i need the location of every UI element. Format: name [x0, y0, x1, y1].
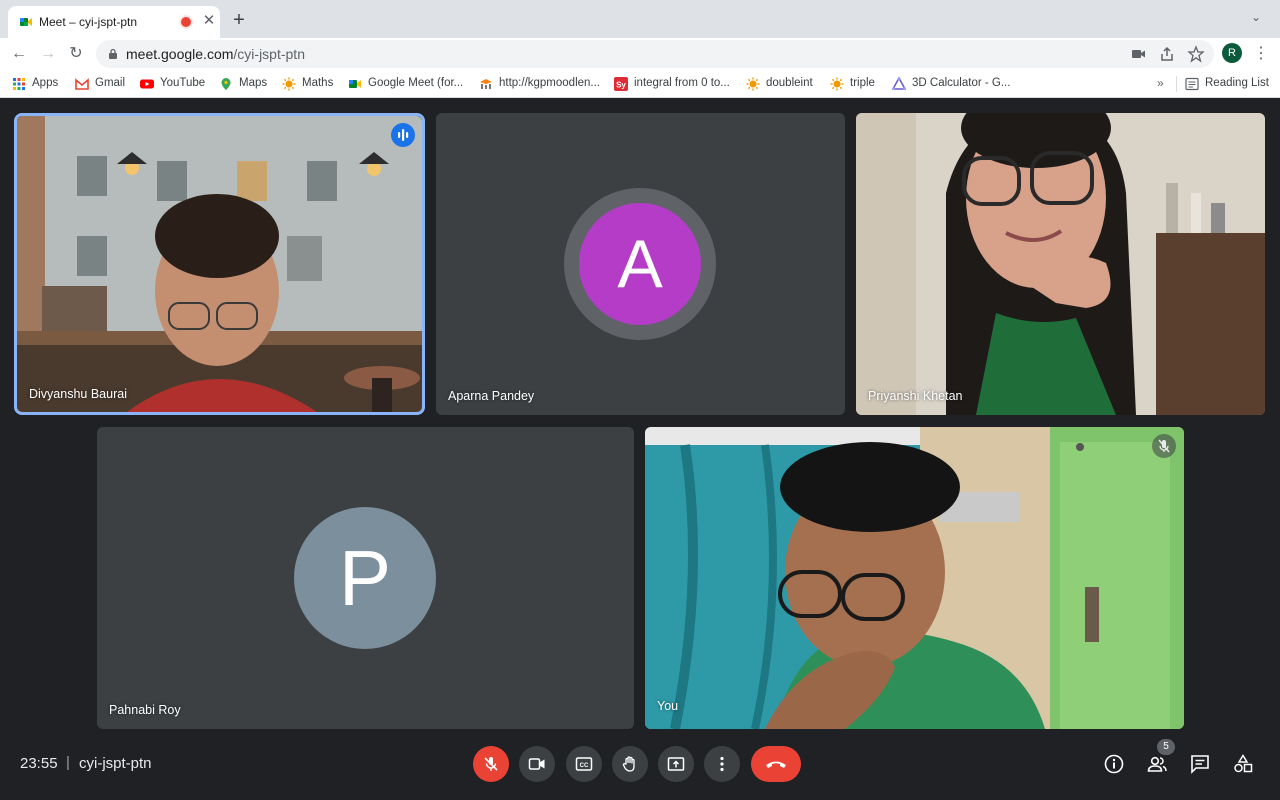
avatar: P	[294, 507, 436, 649]
participant-name: You	[657, 699, 679, 713]
sun-icon	[746, 77, 760, 91]
closed-captions-icon: CC	[575, 757, 593, 771]
mic-muted-icon	[1152, 434, 1176, 458]
browser-tab-meet[interactable]: Meet – cyi-jspt-ptn ✕	[8, 6, 220, 38]
participant-name: Pahnabi Roy	[109, 703, 181, 717]
tab-close-icon[interactable]: ✕	[200, 12, 218, 30]
leave-call-button[interactable]	[751, 746, 801, 782]
recording-indicator-icon	[181, 17, 191, 27]
participant-name: Divyanshu Baurai	[29, 387, 127, 401]
participant-video	[856, 113, 1265, 415]
moodle-icon	[480, 79, 492, 89]
camera-toggle-button[interactable]	[519, 746, 555, 782]
meeting-clock: 23:55	[20, 755, 58, 772]
videocam-icon	[528, 758, 545, 770]
svg-text:CC: CC	[580, 763, 589, 769]
sun-icon	[830, 77, 844, 91]
bookmark-label: Gmail	[95, 77, 126, 89]
participant-tile-pahnabi[interactable]: P Pahnabi Roy	[97, 427, 634, 729]
meet-favicon-icon	[20, 18, 32, 26]
lock-icon	[109, 48, 117, 59]
reload-icon[interactable]: ↻	[65, 43, 87, 65]
bookmark-label: http://kgpmoodlen...	[499, 77, 601, 89]
apps-grid-icon	[13, 78, 25, 90]
bookmarks-bar: Apps Gmail YouTube Maps Maths Google Mee…	[0, 70, 1280, 98]
tab-title: Meet – cyi-jspt-ptn	[39, 15, 138, 29]
share-icon[interactable]	[1158, 45, 1176, 63]
participant-name: Priyanshi Khetan	[868, 389, 963, 403]
more-options-button[interactable]	[704, 746, 740, 782]
participant-tile-priyanshi[interactable]: Priyanshi Khetan	[856, 113, 1265, 415]
camera-permission-icon[interactable]	[1130, 45, 1148, 63]
youtube-icon	[140, 79, 154, 89]
meeting-details-icon[interactable]	[1103, 753, 1125, 775]
bookmark-star-icon[interactable]	[1187, 45, 1205, 63]
captions-button[interactable]: CC	[566, 746, 602, 782]
browser-menu-icon[interactable]: ⋮	[1253, 43, 1269, 65]
present-screen-button[interactable]	[658, 746, 694, 782]
participant-tile-divyanshu[interactable]: Divyanshu Baurai	[17, 116, 422, 412]
bookmark-label: Maps	[239, 77, 268, 89]
more-bookmarks-icon[interactable]: »	[1157, 76, 1164, 90]
tab-search-icon[interactable]: ⌄	[1251, 10, 1267, 26]
back-icon[interactable]: ←	[8, 43, 30, 65]
meeting-info-separator: |	[66, 754, 70, 771]
participant-video	[17, 116, 422, 412]
participant-name: Aparna Pandey	[448, 389, 535, 403]
url-path: /cyi-jspt-ptn	[233, 46, 305, 62]
bookmark-label: Maths	[302, 77, 334, 89]
bookmark-label: Google Meet (for...	[368, 77, 464, 89]
participant-tile-aparna[interactable]: A Aparna Pandey	[436, 113, 845, 415]
self-video	[645, 427, 1184, 729]
participant-tile-you[interactable]: You	[645, 427, 1184, 729]
hand-icon	[622, 756, 635, 772]
reading-list-label: Reading List	[1205, 77, 1269, 89]
new-tab-button[interactable]: +	[229, 10, 249, 30]
bookmark-label: triple	[850, 77, 875, 89]
sun-icon	[282, 77, 296, 91]
activities-icon[interactable]	[1232, 753, 1254, 775]
gmail-icon	[75, 78, 89, 90]
forward-icon[interactable]: →	[37, 43, 59, 65]
profile-avatar[interactable]: R	[1222, 43, 1242, 63]
meeting-code: cyi-jspt-ptn	[79, 755, 152, 772]
bookmark-label: 3D Calculator - G...	[912, 77, 1011, 89]
speaking-indicator-icon	[391, 123, 415, 147]
people-icon[interactable]	[1146, 753, 1168, 775]
participant-count-badge: 5	[1157, 739, 1175, 755]
bookmark-label: YouTube	[160, 77, 206, 89]
raise-hand-button[interactable]	[612, 746, 648, 782]
geogebra-icon	[892, 77, 906, 90]
mic-off-icon	[484, 757, 498, 771]
microphone-toggle-button[interactable]	[473, 746, 509, 782]
meet-icon	[349, 80, 361, 88]
more-vert-icon	[720, 756, 724, 772]
browser-toolbar: ← → ↻ meet.google.com/cyi-jspt-ptn R ⋮	[0, 38, 1280, 70]
tab-strip: Meet – cyi-jspt-ptn ✕ + ⌄	[0, 0, 1280, 38]
bookmark-label: Apps	[32, 77, 59, 89]
url-host: meet.google.com	[126, 46, 234, 62]
avatar: A	[579, 203, 701, 325]
call-end-icon	[766, 761, 786, 768]
present-to-all-icon	[667, 757, 685, 771]
symbolab-icon: Sy	[614, 77, 628, 91]
bookmark-label: doubleint	[766, 77, 813, 89]
url-text: meet.google.com/cyi-jspt-ptn	[126, 46, 305, 62]
bookmarks-divider	[1176, 76, 1177, 92]
reading-list-icon	[1185, 77, 1199, 91]
svg-text:Sy: Sy	[616, 81, 626, 90]
chat-icon[interactable]	[1189, 753, 1211, 775]
maps-icon	[221, 78, 231, 90]
address-bar[interactable]: meet.google.com/cyi-jspt-ptn	[96, 40, 1214, 68]
bookmark-label: integral from 0 to...	[634, 77, 730, 89]
